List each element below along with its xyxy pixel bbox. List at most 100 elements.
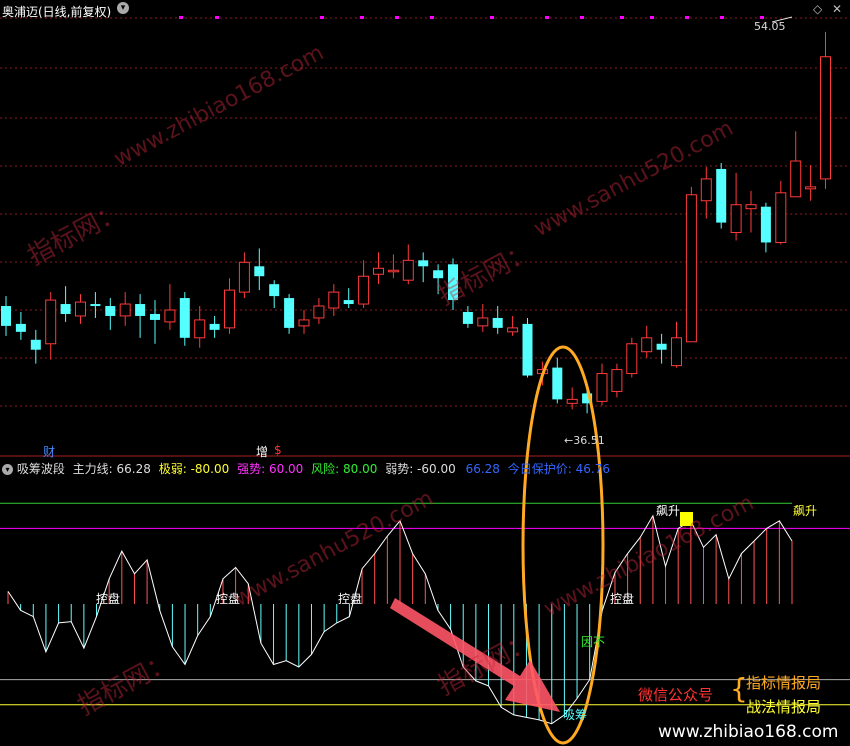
candle-body-up [671,337,682,367]
kongpan-label-3: 控盘 [338,592,363,606]
candle-body-up [119,303,131,317]
stock-chart: { "header": { "title": "奥浦迈(日线,前复权)", "c… [0,0,850,746]
indicator-name: 吸筹波段 [16,462,65,476]
chevron-down-icon[interactable]: ▾ [2,464,13,475]
candle-body-up [596,373,608,402]
yinchu-label: 因不 [581,635,606,649]
candle-body-up [775,192,787,243]
candle-body-down [284,298,295,328]
marker-cai: 财 [43,445,56,459]
main-force-value: 主力线: 66.28 [72,462,151,476]
top-marker-dot [395,16,399,19]
strong-value: 强势: 60.00 [237,462,304,476]
candle-body-up [238,261,250,293]
top-marker-dot [720,16,724,19]
diamond-icon[interactable]: ◇ [813,2,822,16]
brand-a-label: 指标情报局 [746,674,822,692]
kongpan-label-4: 控盘 [610,592,635,606]
top-marker-dot [320,16,324,19]
footer-site: www.zhibiao168.com [658,722,839,742]
candle-body-up [402,259,414,281]
risk-value: 风险: 80.00 [311,462,378,476]
xichou-label: 吸筹 [563,708,588,722]
biaosheng-label-2: 飙升 [793,504,818,518]
candle-body-up [745,204,757,210]
candle-body-up [75,301,86,317]
candle-body-up [298,319,310,327]
candle-body-down [254,266,265,277]
blue-value: 66.28 [465,462,500,476]
chevron-down-icon[interactable]: ▾ [117,2,129,14]
close-icon[interactable]: ✕ [832,2,842,16]
candle-body-down [418,260,429,267]
brand-b-label: 战法情报局 [746,698,822,716]
candle-body-up [328,291,340,309]
low-price-label: ←36.51 [564,434,605,447]
candle-body-up [194,319,206,339]
high-price-label: 54.05 [754,20,786,33]
low-price-value: 36.51 [573,434,605,447]
weak-value: 弱势: -60.00 [385,462,456,476]
top-marker-dot [545,16,549,19]
top-marker-dot [430,16,434,19]
protect-price: 今日保护价: 46.76 [507,462,610,476]
candle-body-down [179,298,190,338]
candle-body-up [790,160,802,198]
candle-body-down [522,323,533,376]
indicator-header: ▾ 吸筹波段 主力线: 66.28 极弱: -80.00 强势: 60.00 风… [2,460,610,477]
candle-body-up [45,299,57,345]
candle-body-down [209,323,220,330]
marker-s: $ [274,443,282,457]
candle-body-up [313,305,325,319]
candle-body-up [224,289,235,329]
top-marker-dot [650,16,654,19]
wechat-label: 微信公众号 [638,686,714,704]
top-marker-dot [580,16,584,19]
candle-body-up [611,369,623,392]
candle-body-up [358,275,370,305]
candle-body-up [477,317,489,327]
candle-body-up [626,343,638,375]
candle-body-up [387,269,399,273]
candle-body-up [641,337,653,353]
high-price-value: 54.05 [754,20,786,33]
top-marker-dot [215,16,219,19]
candle-body-up [820,56,831,180]
candle-body-down [105,306,116,316]
marker-zeng: 增 [256,445,269,459]
top-marker-dot [685,16,689,19]
candle-body-down [1,306,11,326]
candle-body-down [492,317,503,328]
candle-body-down [60,304,71,314]
top-marker-dot [620,16,624,19]
candle-body-up [164,309,176,323]
candle-body-down [150,313,160,320]
kongpan-label-1: 控盘 [96,592,121,606]
top-marker-dot [360,16,364,19]
top-marker-dot [490,16,494,19]
stock-title: 奥浦迈(日线,前复权) [2,5,112,19]
top-marker-dot [760,16,764,19]
candle-body-up [507,327,519,333]
candle-body-up [805,186,817,190]
extreme-weak-value: 极弱: -80.00 [158,462,230,476]
candle-body-down [269,284,280,297]
candle-body-up [700,178,712,202]
candle-body-down [760,206,771,243]
candle-body-up [730,204,742,234]
candle-body-up [566,398,578,404]
candle-body-down [90,304,101,307]
candle-body-down [552,367,563,400]
candle-body-up [685,194,697,343]
candle-body-down [462,311,473,324]
biaosheng-label-1: 飙升 [656,504,681,518]
chart-canvas [0,16,850,745]
candle-body-down [716,168,727,223]
candle-body-up [373,267,384,275]
candle-body-down [343,300,354,305]
candle-body-down [656,343,667,350]
top-marker-dot [179,16,183,19]
candle-body-down [15,323,26,332]
candle-body-down [135,304,146,316]
chart-title: 奥浦迈(日线,前复权) [2,3,111,20]
